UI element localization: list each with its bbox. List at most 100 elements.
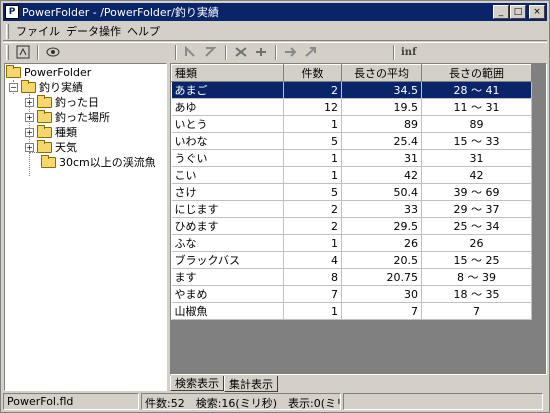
close-button[interactable]: × bbox=[529, 5, 545, 19]
cell-count: 8 bbox=[283, 268, 342, 286]
menu-file[interactable]: ファイル bbox=[13, 22, 63, 40]
expand-toggle[interactable]: + bbox=[25, 98, 34, 107]
sort-ascending-icon[interactable] bbox=[181, 44, 201, 60]
table-row[interactable]: ます 8 20.75 8 ～ 39 bbox=[171, 268, 532, 286]
title-bar[interactable]: P PowerFolder - /PowerFolder/釣り実績 _ □ × bbox=[3, 3, 547, 21]
tree-node-date[interactable]: 釣った日 bbox=[37, 94, 99, 110]
edit-arrow-icon[interactable] bbox=[301, 44, 321, 60]
table-row[interactable]: ひめます 2 29.5 25 ～ 34 bbox=[171, 217, 532, 235]
cell-species: いとう bbox=[171, 115, 284, 133]
cell-count: 5 bbox=[283, 132, 342, 150]
cell-average-length: 31 bbox=[341, 149, 422, 167]
tab-summary-view[interactable]: 集計表示 bbox=[224, 376, 278, 392]
table-row[interactable]: こい 1 42 42 bbox=[171, 166, 532, 184]
column-header-average-length[interactable]: 長さの平均 bbox=[341, 64, 422, 82]
table-row[interactable]: うぐい 1 31 31 bbox=[171, 149, 532, 167]
cell-average-length: 33 bbox=[341, 200, 422, 218]
folder-icon bbox=[37, 139, 52, 153]
summary-grid[interactable]: 種類 件数 長さの平均 長さの範囲 あまご 2 34.5 28 ～ 41 あゆ 12 19.… bbox=[170, 63, 547, 375]
status-empty bbox=[343, 393, 543, 410]
cell-average-length: 20.5 bbox=[341, 251, 422, 269]
cell-count: 4 bbox=[283, 251, 342, 269]
cell-length-range: 25 ～ 34 bbox=[421, 217, 532, 235]
sort-descending-icon[interactable] bbox=[201, 44, 221, 60]
cell-length-range: 28 ～ 41 bbox=[421, 81, 532, 99]
cell-species: あゆ bbox=[171, 98, 284, 116]
expand-toggle[interactable]: + bbox=[25, 143, 34, 152]
tree-node-root[interactable]: PowerFolder bbox=[6, 64, 91, 80]
tree-node-label: 種類 bbox=[55, 126, 77, 139]
folder-open-icon bbox=[21, 79, 36, 93]
cell-species: 山椒魚 bbox=[171, 302, 284, 320]
table-row[interactable]: 山椒魚 1 7 7 bbox=[171, 302, 532, 320]
cell-species: ふな bbox=[171, 234, 284, 252]
delete-icon[interactable] bbox=[251, 44, 271, 60]
minimize-button[interactable]: _ bbox=[493, 5, 509, 19]
table-row[interactable]: にじます 2 33 29 ～ 37 bbox=[171, 200, 532, 218]
table-row[interactable]: いわな 5 25.4 15 ～ 33 bbox=[171, 132, 532, 150]
cell-length-range: 39 ～ 69 bbox=[421, 183, 532, 201]
cell-length-range: 18 ～ 35 bbox=[421, 285, 532, 303]
cell-count: 1 bbox=[283, 234, 342, 252]
column-header-species[interactable]: 種類 bbox=[171, 64, 284, 82]
cell-species: こい bbox=[171, 166, 284, 184]
tree-node-label: 釣った日 bbox=[55, 96, 99, 109]
cell-count: 1 bbox=[283, 302, 342, 320]
cell-species: ひめます bbox=[171, 217, 284, 235]
cut-icon[interactable] bbox=[231, 44, 251, 60]
cell-average-length: 7 bbox=[341, 302, 422, 320]
toolbar-grip[interactable] bbox=[6, 44, 9, 60]
cell-length-range: 15 ～ 25 bbox=[421, 251, 532, 269]
column-header-count[interactable]: 件数 bbox=[283, 64, 342, 82]
table-row[interactable]: ブラックバス 4 20.5 15 ～ 25 bbox=[171, 251, 532, 269]
table-row[interactable]: あゆ 12 19.5 11 ～ 31 bbox=[171, 98, 532, 116]
tree-node-label: 30cm以上の渓流魚 bbox=[59, 156, 156, 169]
tree-node-label: 釣り実績 bbox=[39, 81, 83, 94]
cell-species: いわな bbox=[171, 132, 284, 150]
inf-button[interactable]: inf bbox=[401, 47, 416, 58]
folder-icon bbox=[41, 154, 56, 168]
column-header-length-range[interactable]: 長さの範囲 bbox=[421, 64, 532, 82]
menu-grip[interactable] bbox=[6, 23, 9, 39]
folder-icon bbox=[6, 64, 21, 78]
open-folder-icon[interactable] bbox=[13, 44, 33, 60]
cell-length-range: 8 ～ 39 bbox=[421, 268, 532, 286]
toolbar: inf bbox=[3, 42, 547, 61]
view-eye-icon[interactable] bbox=[43, 44, 63, 60]
app-icon[interactable]: P bbox=[5, 5, 19, 19]
table-row[interactable]: ふな 1 26 26 bbox=[171, 234, 532, 252]
cell-species: うぐい bbox=[171, 149, 284, 167]
table-row[interactable]: やまめ 7 30 18 ～ 35 bbox=[171, 285, 532, 303]
table-row[interactable]: あまご 2 34.5 28 ～ 41 bbox=[171, 81, 532, 99]
cell-species: さけ bbox=[171, 183, 284, 201]
forward-arrow-icon[interactable] bbox=[281, 44, 301, 60]
tab-search-view[interactable]: 検索表示 bbox=[170, 376, 224, 391]
table-row[interactable]: さけ 5 50.4 39 ～ 69 bbox=[171, 183, 532, 201]
collapse-toggle[interactable]: − bbox=[9, 83, 18, 92]
status-file: PowerFol.fld bbox=[3, 393, 139, 410]
cell-length-range: 7 bbox=[421, 302, 532, 320]
cell-average-length: 42 bbox=[341, 166, 422, 184]
cell-average-length: 29.5 bbox=[341, 217, 422, 235]
toolbar-separator bbox=[175, 44, 177, 60]
tree-node-label: PowerFolder bbox=[24, 65, 92, 79]
toolbar-separator bbox=[393, 44, 395, 60]
menu-help[interactable]: ヘルプ bbox=[124, 22, 163, 40]
menu-data-operations[interactable]: データ操作 bbox=[63, 22, 124, 40]
cell-average-length: 34.5 bbox=[341, 81, 422, 99]
cell-length-range: 31 bbox=[421, 149, 532, 167]
tree-node-weather[interactable]: 天気 bbox=[37, 139, 77, 155]
folder-icon bbox=[37, 124, 52, 138]
cell-count: 2 bbox=[283, 81, 342, 99]
expand-toggle[interactable]: + bbox=[25, 128, 34, 137]
toolbar-separator bbox=[275, 44, 277, 60]
expand-toggle[interactable]: + bbox=[25, 113, 34, 122]
tree-node-place[interactable]: 釣った場所 bbox=[37, 109, 110, 125]
folder-tree[interactable]: PowerFolder − 釣り実績 + 釣った日 + 釣った場所 + 種類 +… bbox=[4, 63, 167, 391]
maximize-button[interactable]: □ bbox=[510, 5, 526, 19]
tree-node-species[interactable]: 種類 bbox=[37, 124, 77, 140]
cell-length-range: 11 ～ 31 bbox=[421, 98, 532, 116]
table-row[interactable]: いとう 1 89 89 bbox=[171, 115, 532, 133]
tree-node-fishing-records[interactable]: 釣り実績 bbox=[21, 79, 83, 95]
tree-node-over-30cm[interactable]: 30cm以上の渓流魚 bbox=[41, 154, 156, 170]
